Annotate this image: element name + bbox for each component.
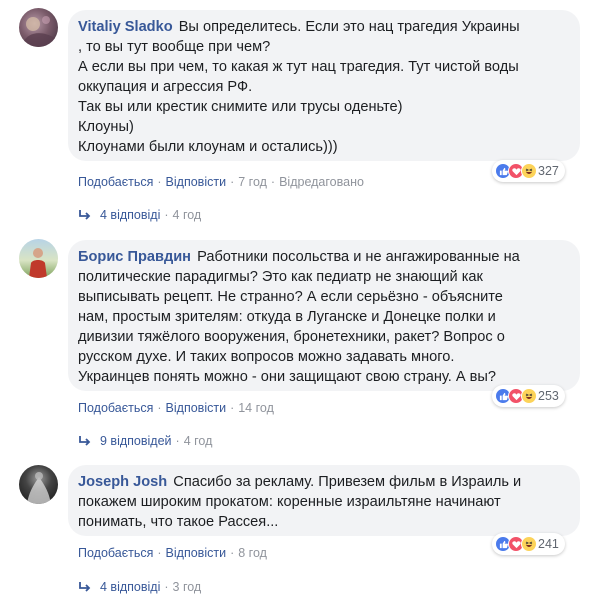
- comment-author[interactable]: Борис Правдин: [78, 249, 191, 265]
- comment-time[interactable]: 14 год: [238, 401, 274, 415]
- view-replies-link[interactable]: 9 відповідей · 4 год: [78, 434, 212, 448]
- replies-count[interactable]: 9 відповідей: [100, 434, 172, 448]
- like-button[interactable]: Подобається: [78, 175, 153, 189]
- replies-count[interactable]: 4 відповіді: [100, 208, 160, 222]
- comment-text-line: Украинцев понять можно - они защищают св…: [78, 369, 496, 385]
- comment-text-line: , то вы тут вообще при чем?: [78, 39, 271, 55]
- comment-text-line: Так вы или крестик снимите или трусы оде…: [78, 99, 403, 115]
- reply-button[interactable]: Відповісти: [166, 546, 227, 560]
- comment-actions: Подобається · Відповісти · 8 год: [78, 546, 267, 560]
- comment-text-line: Клоуны): [78, 119, 134, 135]
- comment-bubble: Борис Правдин Работники посольства и не …: [68, 240, 580, 391]
- view-replies-link[interactable]: 4 відповіді · 3 год: [78, 580, 201, 594]
- reply-arrow-icon: [79, 582, 91, 592]
- view-replies-link[interactable]: 4 відповіді · 4 год: [78, 208, 201, 222]
- comment-text-line: нам, простым зрителям: откуда в Луганске…: [78, 309, 496, 325]
- comment-bubble: Joseph Josh Спасибо за рекламу. Привезем…: [68, 465, 580, 536]
- reaction-count: 327: [538, 164, 559, 178]
- comment-actions: Подобається · Відповісти · 14 год: [78, 401, 274, 415]
- edited-label: Відредаговано: [279, 175, 364, 189]
- reply-button[interactable]: Відповісти: [166, 401, 227, 415]
- comment-text-line: оккупация и агрессия РФ.: [78, 79, 253, 95]
- reaction-count: 253: [538, 389, 559, 403]
- avatar-image: [29, 248, 47, 278]
- reactions-summary[interactable]: 327: [492, 160, 565, 182]
- reactions-summary[interactable]: 241: [492, 533, 565, 555]
- comment-time[interactable]: 7 год: [238, 175, 267, 189]
- reply-arrow-icon: [79, 210, 91, 220]
- avatar-image: [23, 16, 55, 47]
- haha-icon: [521, 163, 537, 179]
- comment-text-line: Работники посольства и не ангажированные…: [197, 249, 520, 265]
- comment-time[interactable]: 8 год: [238, 546, 267, 560]
- comment-text-line: Вы определитесь. Если это нац трагедия У…: [178, 19, 520, 35]
- comment-text-line: покажем широким прокатом: коренные израи…: [78, 494, 501, 510]
- replies-count[interactable]: 4 відповіді: [100, 580, 160, 594]
- reply-arrow-icon: [79, 436, 91, 446]
- comment-text-line: А если вы при чем, то какая ж тут нац тр…: [78, 59, 519, 75]
- avatar[interactable]: [19, 8, 58, 47]
- avatar[interactable]: [19, 239, 58, 278]
- comment-text-line: русском духе. И таких вопросов можно зад…: [78, 349, 455, 365]
- comment-actions: Подобається · Відповісти · 7 год · Відредагова…: [78, 175, 364, 189]
- comment-bubble: Vitaliy Sladko Вы определитесь. Если это…: [68, 10, 580, 161]
- comment-text-line: дивизии тяжёлого вооружения, бронетехник…: [78, 329, 505, 345]
- comment-text-line: выписывать рецепт. Не странно? А если се…: [78, 289, 503, 305]
- comment-text-line: Спасибо за рекламу. Привезем фильм в Изр…: [173, 474, 522, 490]
- comment-author[interactable]: Joseph Josh: [78, 474, 167, 490]
- reactions-summary[interactable]: 253: [492, 385, 565, 407]
- comment-text-line: Клоунами были клоунам и остались))): [78, 139, 338, 155]
- reply-button[interactable]: Відповісти: [166, 175, 227, 189]
- haha-icon: [521, 388, 537, 404]
- replies-time: 4 год: [172, 208, 202, 222]
- haha-icon: [521, 536, 537, 552]
- comment-text-line: политические парадигмы? Это как педиатр …: [78, 269, 483, 285]
- replies-time: 3 год: [172, 580, 202, 594]
- replies-time: 4 год: [183, 434, 213, 448]
- like-button[interactable]: Подобається: [78, 546, 153, 560]
- like-button[interactable]: Подобається: [78, 401, 153, 415]
- comment-author[interactable]: Vitaliy Sladko: [78, 19, 173, 35]
- comment-text-line: понимать, что такое Рассея...: [78, 514, 279, 530]
- reaction-count: 241: [538, 537, 559, 551]
- avatar-image: [27, 472, 51, 504]
- avatar[interactable]: [19, 465, 58, 504]
